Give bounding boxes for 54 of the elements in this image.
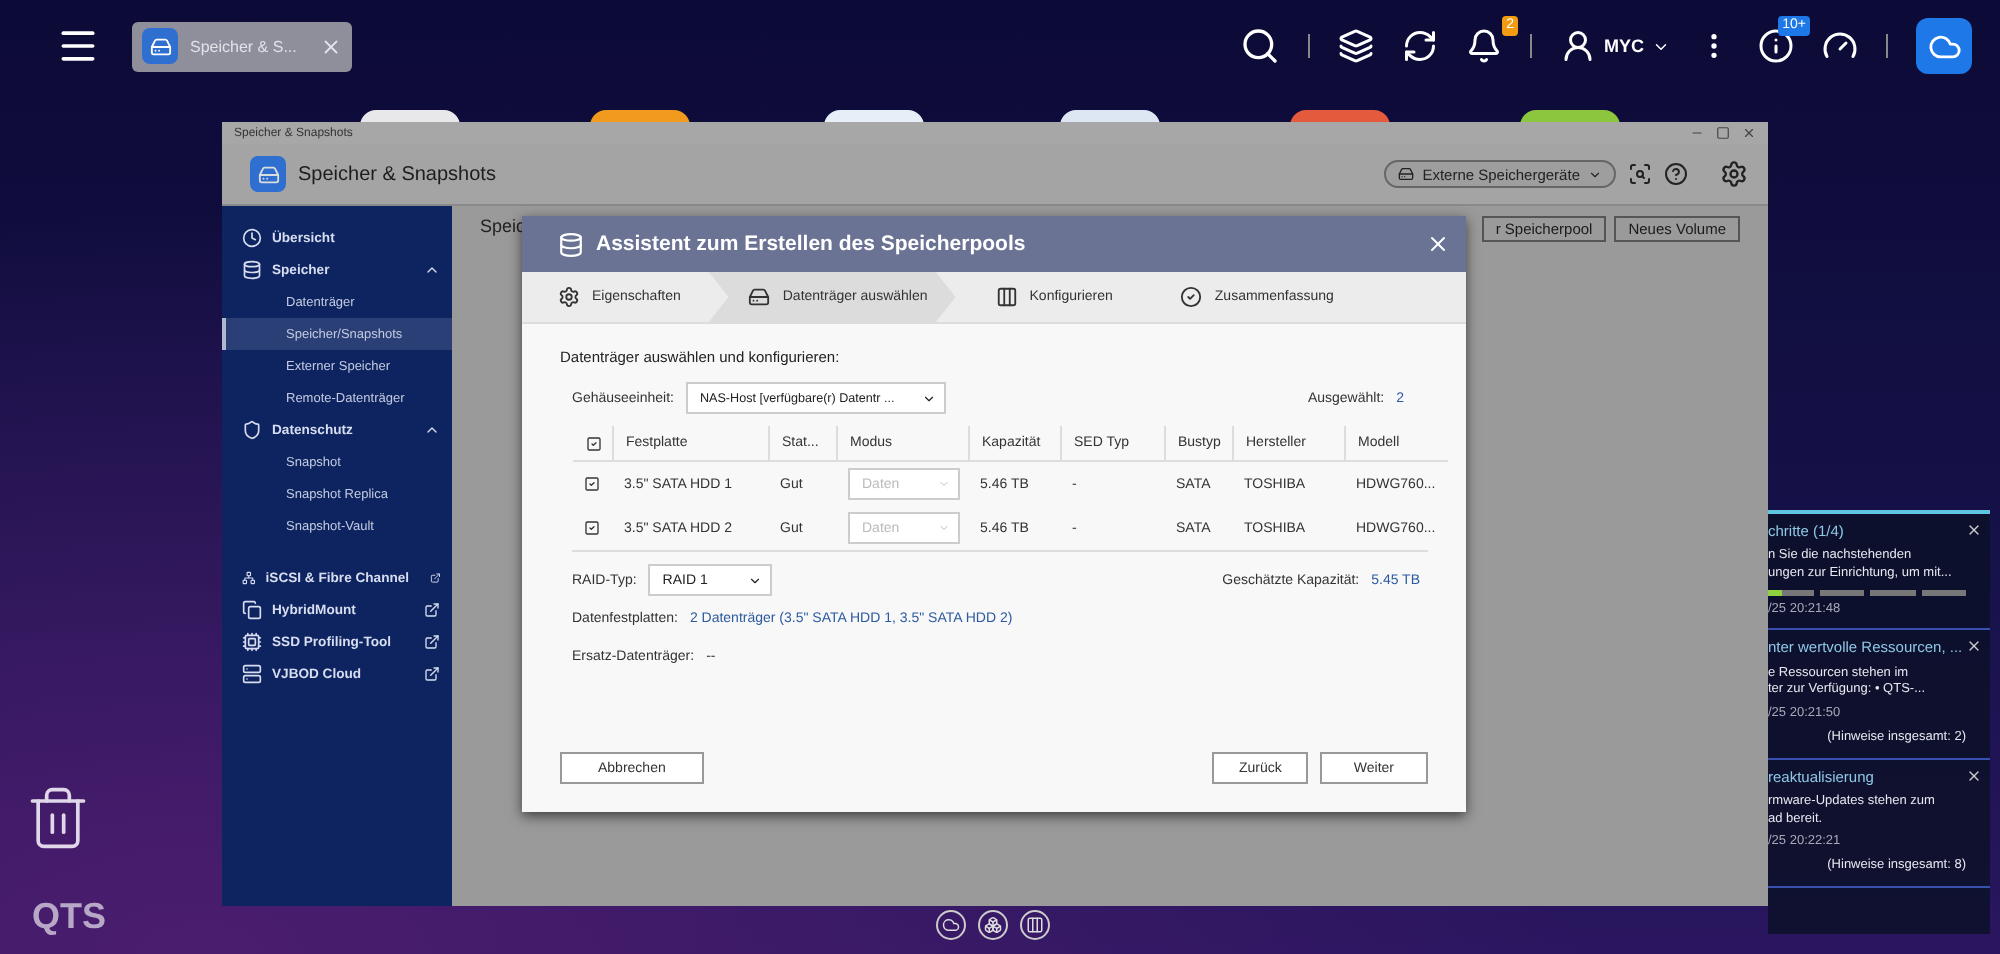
storage-icon	[558, 231, 584, 257]
storage-app-icon	[250, 156, 286, 192]
section-icon	[242, 600, 262, 620]
section-icon	[242, 260, 262, 280]
close-icon[interactable]	[1966, 638, 1982, 655]
external-link-icon	[424, 634, 440, 650]
dialog-title: Assistent zum Erstellen des Speicherpools	[596, 232, 1026, 256]
search-icon[interactable]	[1240, 26, 1280, 66]
external-link-icon	[429, 570, 440, 586]
bell-icon[interactable]	[1466, 28, 1502, 64]
chevron-up-icon[interactable]	[424, 422, 440, 438]
close-icon[interactable]	[1966, 767, 1982, 784]
cloud-icon	[942, 916, 960, 934]
storage-app-icon	[142, 28, 178, 64]
external-link-icon	[424, 666, 440, 682]
checkbox[interactable]	[586, 435, 602, 451]
caret-icon	[938, 478, 950, 490]
caret-icon	[921, 391, 936, 405]
section-icon	[242, 420, 262, 440]
chevron-up-icon[interactable]	[424, 262, 440, 278]
boxes-icon	[984, 916, 1002, 934]
user-icon[interactable]	[1560, 28, 1596, 64]
checkbox[interactable]	[584, 520, 600, 536]
caret-icon	[1588, 167, 1602, 181]
maximize-icon[interactable]	[1716, 126, 1730, 140]
settings-icon[interactable]	[1720, 160, 1748, 188]
drive-icon	[1398, 166, 1415, 182]
step-icon	[558, 286, 580, 308]
section-icon	[242, 568, 256, 588]
user-name[interactable]: MYC	[1604, 36, 1644, 56]
columns-icon	[1026, 916, 1044, 934]
caret-icon	[748, 573, 763, 587]
gauge-icon[interactable]	[1822, 28, 1858, 64]
sync-icon[interactable]	[1402, 28, 1438, 64]
external-link-icon	[424, 602, 440, 618]
section-icon	[242, 632, 262, 652]
search-icon[interactable]	[1628, 162, 1652, 186]
brand-label: QTS	[32, 896, 107, 938]
page-heading: Speic	[480, 216, 526, 236]
dock-button[interactable]	[936, 910, 966, 940]
clock-icon	[242, 228, 262, 248]
step-icon	[1180, 286, 1203, 308]
caret-icon	[938, 522, 950, 534]
app-title: Speicher & Snapshots	[298, 163, 496, 185]
info-icon[interactable]	[1758, 28, 1794, 64]
dock-button[interactable]	[978, 910, 1008, 940]
cloud-app-button[interactable]	[1916, 18, 1972, 74]
help-icon[interactable]	[1664, 162, 1688, 186]
step-icon	[748, 286, 771, 308]
stack-icon[interactable]	[1338, 28, 1374, 64]
section-icon	[242, 664, 262, 684]
checkbox[interactable]	[584, 476, 600, 492]
step-icon	[995, 286, 1018, 308]
dock-button[interactable]	[1020, 910, 1050, 940]
